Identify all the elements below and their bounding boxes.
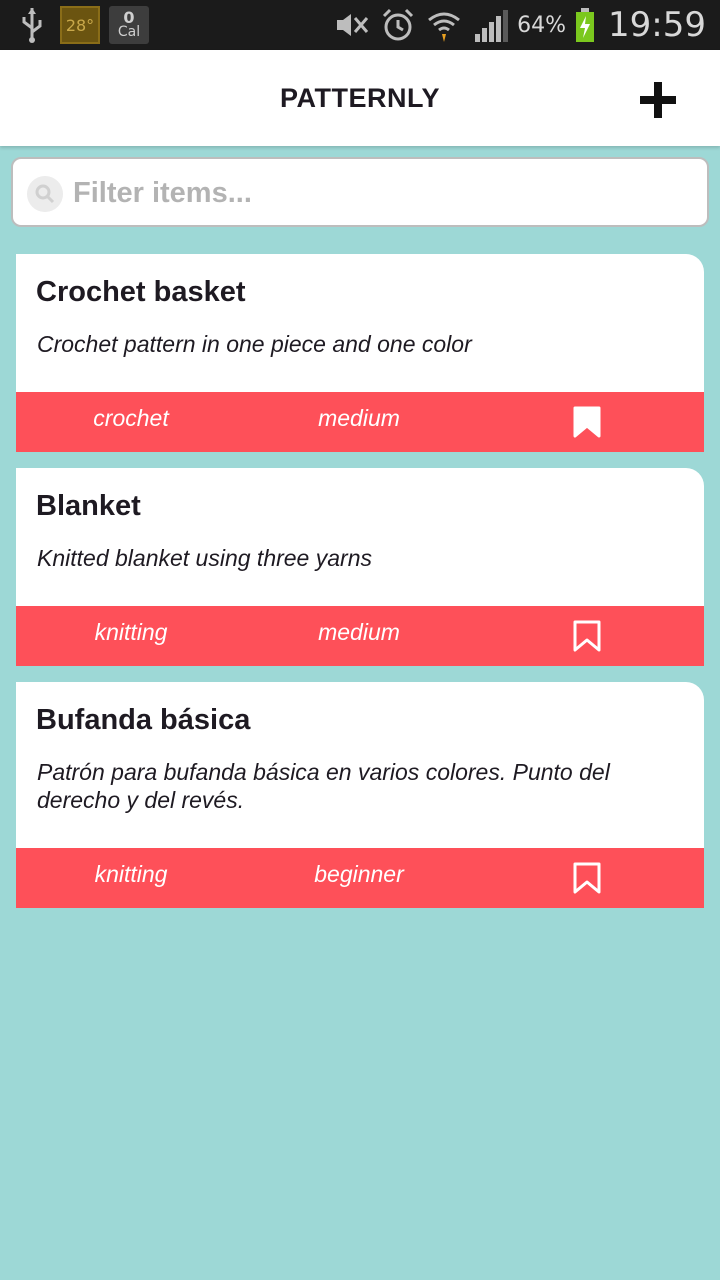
usb-icon: [22, 8, 42, 43]
pattern-card[interactable]: Blanket Knitted blanket using three yarn…: [16, 468, 704, 666]
alarm-icon: [383, 8, 414, 41]
calendar-badge: 0 Cal: [109, 6, 149, 44]
calendar-count: 0: [123, 8, 135, 27]
bookmark-filled-icon[interactable]: [573, 406, 601, 438]
pattern-title: Blanket: [36, 490, 141, 522]
pattern-type-tag: knitting: [94, 861, 168, 887]
pattern-level-tag: medium: [318, 619, 400, 645]
pattern-level-tag: beginner: [314, 861, 404, 887]
app-header: PATTERNLY: [0, 50, 720, 146]
pattern-footer: knitting medium: [16, 606, 704, 666]
bookmark-outline-icon[interactable]: [573, 862, 601, 894]
pattern-footer: knitting beginner: [16, 848, 704, 908]
app-title: PATTERNLY: [279, 83, 440, 113]
bookmark-outline-icon[interactable]: [573, 620, 601, 652]
filter-box: [11, 157, 709, 227]
pattern-card[interactable]: Crochet basket Crochet pattern in one pi…: [16, 254, 704, 452]
mute-icon: [337, 14, 369, 36]
pattern-card[interactable]: Bufanda básica Patrón para bufanda básic…: [16, 682, 704, 908]
pattern-type-tag: knitting: [94, 619, 168, 645]
search-icon: [27, 176, 63, 212]
pattern-description: Patrón para bufanda básica en varios col…: [37, 759, 610, 813]
clock: 19:59: [608, 5, 706, 45]
pattern-description: Knitted blanket using three yarns: [37, 545, 372, 571]
calendar-label: Cal: [117, 24, 141, 40]
status-bar: 28° 0 Cal 64% 19:59: [0, 0, 720, 50]
pattern-description: Crochet pattern in one piece and one col…: [37, 331, 472, 357]
battery-icon: [576, 8, 595, 42]
pattern-type-tag: crochet: [93, 405, 169, 431]
filter-input[interactable]: [73, 167, 693, 219]
pattern-footer: crochet medium: [16, 392, 704, 452]
signal-icon: [475, 10, 509, 42]
status-indicators: 64% 19:59: [333, 0, 706, 50]
pattern-title: Crochet basket: [36, 276, 246, 308]
pattern-level-tag: medium: [318, 405, 400, 431]
pattern-title: Bufanda básica: [36, 704, 251, 736]
wifi-icon: [428, 12, 461, 42]
plus-icon[interactable]: [636, 78, 680, 122]
battery-percent: 64%: [517, 12, 567, 38]
temperature-badge: 28°: [60, 6, 100, 44]
